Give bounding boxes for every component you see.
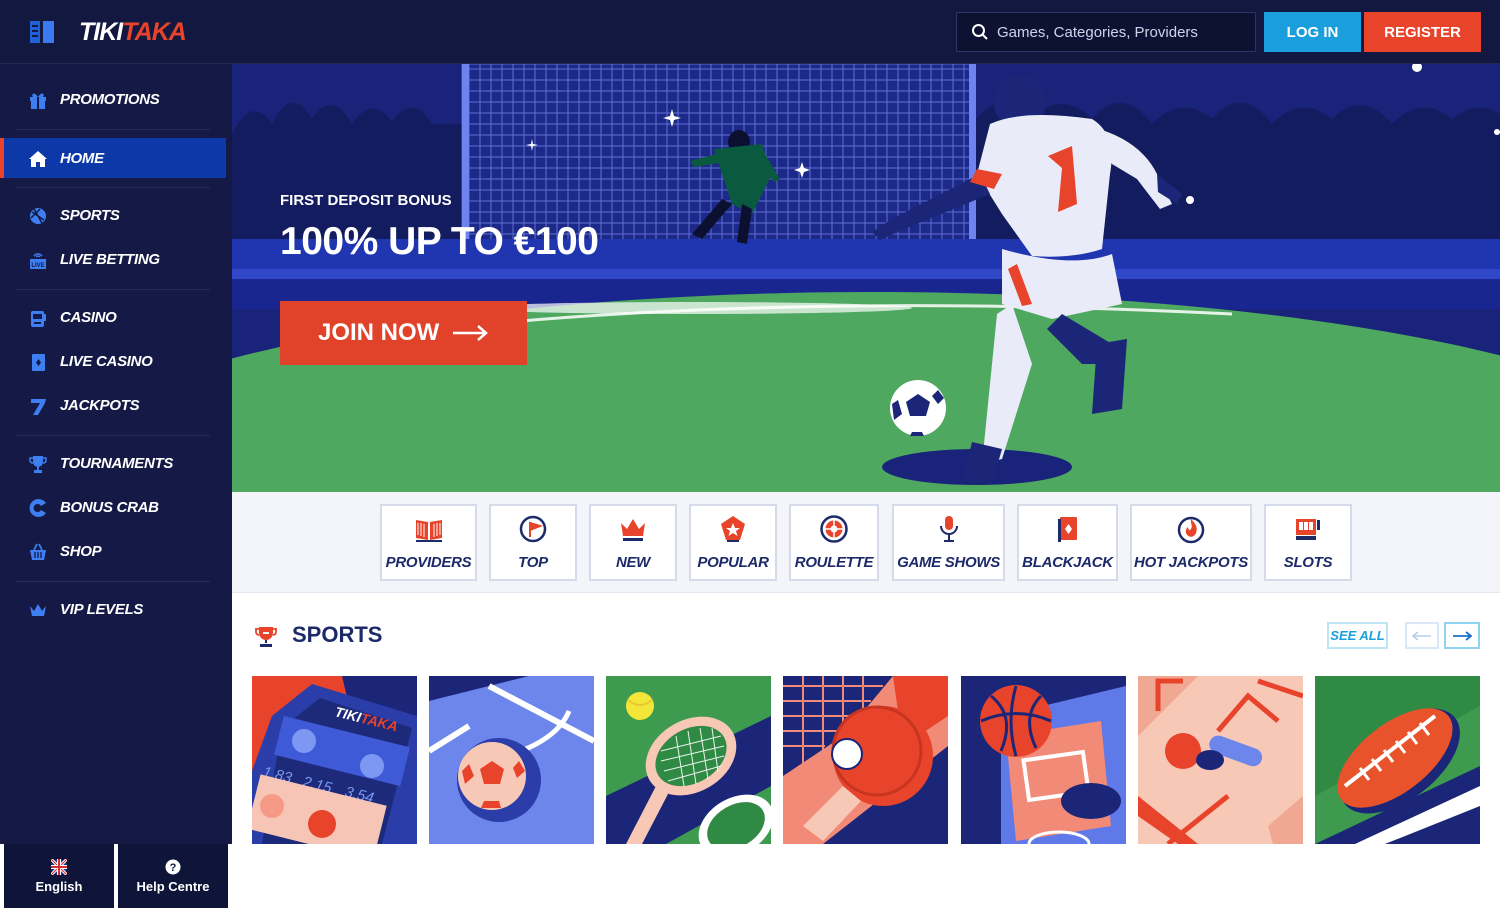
sidebar-item-sports[interactable]: SPORTS <box>4 195 226 235</box>
join-now-button[interactable]: JOIN NOW <box>280 301 527 365</box>
trophy-icon <box>29 456 47 473</box>
card-icon <box>32 354 45 371</box>
login-button[interactable]: LOG IN <box>1264 12 1361 52</box>
category-roulette[interactable]: ROULETTE <box>789 504 879 581</box>
category-slots[interactable]: SLOTS <box>1264 504 1352 581</box>
logo[interactable]: TIKITAKA <box>79 18 187 46</box>
basket-icon <box>30 543 46 560</box>
category-game-shows[interactable]: GAME SHOWS <box>892 504 1005 581</box>
flag-icon <box>519 515 547 543</box>
category-bar: PROVIDERS TOP NEW POPULAR ROULETTE GAME … <box>232 492 1500 593</box>
uk-flag-icon <box>51 858 67 875</box>
ball-icon <box>30 208 46 224</box>
hero-banner: FIRST DEPOSIT BONUS 100% UP TO €100 JOIN… <box>232 64 1500 492</box>
live-icon: LIVE <box>30 253 46 269</box>
sidebar-item-jackpots[interactable]: JACKPOTS <box>4 385 226 425</box>
section-title: SPORTS <box>292 622 383 647</box>
category-popular[interactable]: POPULAR <box>689 504 777 581</box>
category-top[interactable]: TOP <box>489 504 577 581</box>
top-bar: TIKITAKA LOG IN REGISTER <box>0 0 1500 64</box>
hero-illustration <box>232 64 1500 492</box>
roulette-icon <box>820 515 848 543</box>
category-blackjack[interactable]: BLACKJACK <box>1017 504 1118 581</box>
gift-icon <box>30 93 46 109</box>
sports-tile-basketball[interactable] <box>961 676 1126 844</box>
crown-icon <box>30 604 46 616</box>
slot-machine-icon <box>31 311 46 327</box>
svg-text:?: ? <box>170 862 177 874</box>
carousel-prev-button[interactable] <box>1405 622 1439 649</box>
sidebar-item-bonus-crab[interactable]: BONUS CRAB <box>4 487 226 527</box>
book-icon <box>415 520 442 542</box>
sports-tile-american-football[interactable] <box>1315 676 1480 844</box>
sidebar-item-live-betting[interactable]: LIVE LIVE BETTING <box>4 239 226 279</box>
microphone-icon <box>939 516 958 542</box>
home-icon <box>29 151 47 167</box>
search-input[interactable] <box>997 23 1237 41</box>
flame-icon <box>1177 516 1205 544</box>
search-icon <box>972 24 988 40</box>
sidebar-item-home[interactable]: HOME <box>0 138 226 178</box>
sidebar-item-live-casino[interactable]: LIVE CASINO <box>4 341 226 381</box>
help-icon: ? <box>165 859 181 874</box>
sports-tile-tennis[interactable] <box>606 676 771 844</box>
help-centre-link[interactable]: ? Help Centre <box>118 844 228 908</box>
sidebar-item-casino[interactable]: CASINO <box>4 297 226 337</box>
slot-icon <box>1296 519 1320 540</box>
category-hot-jackpots[interactable]: HOT JACKPOTS <box>1130 504 1252 581</box>
arrow-left-icon <box>1412 630 1431 641</box>
arrow-right-icon <box>1453 630 1472 641</box>
sidebar: PROMOTIONS HOME SPORTS LIVE LIVE BETTING… <box>0 64 232 908</box>
sports-tile-ice-hockey[interactable] <box>1138 676 1303 844</box>
see-all-button[interactable]: SEE ALL <box>1327 622 1388 649</box>
seven-icon <box>31 399 46 415</box>
crown-icon <box>621 519 645 541</box>
carousel-next-button[interactable] <box>1444 622 1480 649</box>
svg-text:LIVE: LIVE <box>31 263 44 269</box>
playing-card-icon <box>1057 517 1077 542</box>
register-button[interactable]: REGISTER <box>1364 12 1481 52</box>
sports-tile-betting-app[interactable]: TIKITAKA 1.83 2.15 3.54 <box>252 676 417 844</box>
sidebar-item-tournaments[interactable]: TOURNAMENTS <box>4 443 226 483</box>
category-new[interactable]: NEW <box>589 504 677 581</box>
star-badge-icon <box>721 516 745 542</box>
hero-subtitle: FIRST DEPOSIT BONUS <box>280 192 452 209</box>
language-selector[interactable]: English <box>4 844 114 908</box>
category-providers[interactable]: PROVIDERS <box>380 504 477 581</box>
sidebar-item-shop[interactable]: SHOP <box>4 531 226 571</box>
hero-title: 100% UP TO €100 <box>280 220 599 263</box>
menu-toggle-icon[interactable] <box>30 21 54 43</box>
sports-tile-football[interactable] <box>429 676 594 844</box>
sidebar-item-vip-levels[interactable]: VIP LEVELS <box>4 589 226 629</box>
trophy-icon <box>255 627 277 647</box>
crab-icon <box>29 499 46 517</box>
sidebar-item-promotions[interactable]: PROMOTIONS <box>4 79 226 119</box>
search-box[interactable] <box>956 12 1256 52</box>
arrow-right-icon <box>453 325 489 341</box>
sports-tile-table-tennis[interactable] <box>783 676 948 844</box>
